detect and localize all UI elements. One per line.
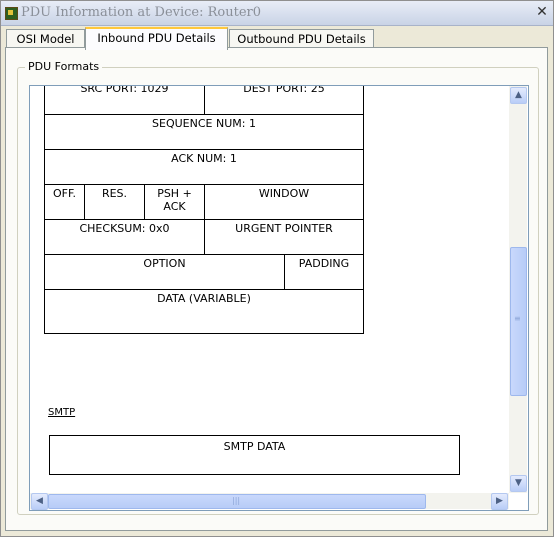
tab-osi-model[interactable]: OSI Model (6, 29, 85, 48)
dest-port-field: DEST PORT: 25 (204, 86, 364, 115)
option-field: OPTION (44, 254, 285, 290)
title-bar[interactable]: PDU Information at Device: Router0 ✕ (1, 1, 553, 26)
smtp-label: SMTP (48, 407, 76, 418)
vertical-scrollbar[interactable]: ▲ ≡ ▼ (509, 86, 527, 493)
vertical-grip-icon: ≡ (514, 314, 521, 323)
scroll-left-button[interactable]: ◀ (31, 493, 48, 510)
smtp-data-field: SMTP DATA (49, 435, 460, 475)
tab-outbound-pdu-details[interactable]: Outbound PDU Details (229, 29, 374, 48)
flags-line-2: ACK (163, 200, 186, 213)
pdu-content: SRC PORT: 1029 DEST PORT: 25 SEQUENCE NU… (30, 86, 509, 485)
close-button[interactable]: ✕ (533, 3, 551, 21)
app-icon (5, 7, 18, 20)
flags-field: PSH + ACK (144, 184, 205, 220)
horizontal-scrollbar[interactable]: ◀ ||| ▶ (30, 493, 509, 510)
ack-num-field: ACK NUM: 1 (44, 149, 364, 185)
scroll-down-button[interactable]: ▼ (510, 475, 527, 492)
window-title: PDU Information at Device: Router0 (21, 5, 262, 20)
reserved-field: RES. (84, 184, 145, 220)
horizontal-grip-icon: ||| (232, 496, 241, 505)
src-port-field: SRC PORT: 1029 (44, 86, 205, 115)
flags-line-1: PSH + (157, 187, 192, 200)
data-variable-field: DATA (VARIABLE) (44, 289, 364, 334)
pdu-info-window: PDU Information at Device: Router0 ✕ OSI… (0, 0, 554, 537)
horizontal-scroll-thumb[interactable]: ||| (48, 494, 426, 509)
window-field: WINDOW (204, 184, 364, 220)
checksum-field: CHECKSUM: 0x0 (44, 219, 205, 255)
vertical-scroll-thumb[interactable]: ≡ (510, 247, 527, 396)
sequence-num-field: SEQUENCE NUM: 1 (44, 114, 364, 150)
offset-field: OFF. (44, 184, 85, 220)
pdu-formats-label: PDU Formats (25, 60, 103, 73)
scroll-right-button[interactable]: ▶ (491, 493, 508, 510)
padding-field: PADDING (284, 254, 364, 290)
tab-inbound-pdu-details[interactable]: Inbound PDU Details (85, 27, 228, 50)
scroll-up-button[interactable]: ▲ (510, 87, 527, 104)
urgent-pointer-field: URGENT POINTER (204, 219, 364, 255)
pdu-scroll-pane[interactable]: SRC PORT: 1029 DEST PORT: 25 SEQUENCE NU… (29, 85, 529, 511)
